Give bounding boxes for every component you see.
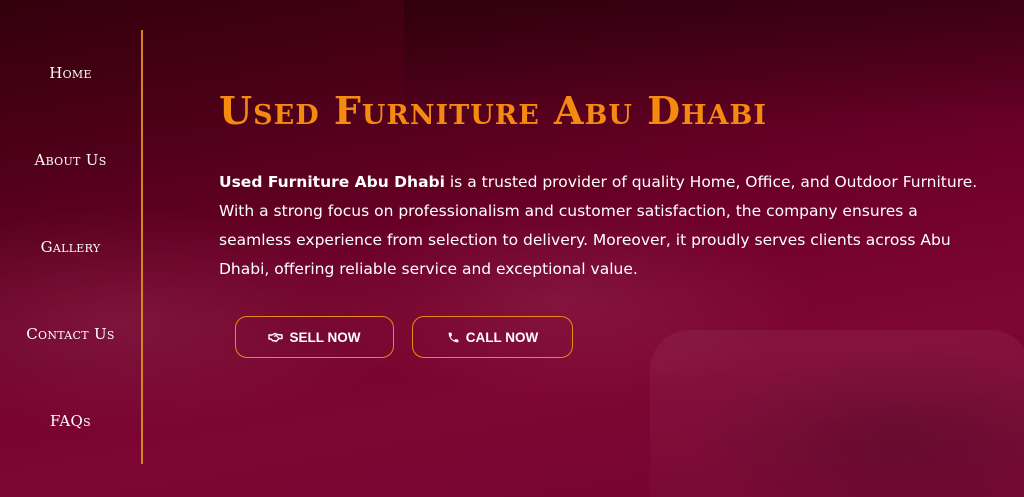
sidebar-nav: Home About Us Gallery Contact Us FAQs — [0, 30, 141, 464]
nav-item-about-us[interactable]: About Us — [0, 151, 141, 169]
sell-now-label: SELL NOW — [289, 329, 361, 345]
page-title: Used Furniture Abu Dhabi — [219, 88, 767, 133]
description-bold-text: Used Furniture Abu Dhabi — [219, 173, 445, 191]
call-now-button[interactable]: CALL NOW — [412, 316, 573, 358]
nav-item-gallery[interactable]: Gallery — [0, 238, 141, 256]
nav-item-contact-us[interactable]: Contact Us — [0, 325, 141, 343]
hero-description: Used Furniture Abu Dhabi is a trusted pr… — [219, 168, 989, 284]
phone-icon — [447, 331, 460, 344]
background-furniture-image — [650, 330, 1024, 497]
handshake-icon — [268, 332, 284, 343]
sell-now-button[interactable]: SELL NOW — [235, 316, 394, 358]
sidebar-divider — [141, 30, 143, 464]
nav-item-home[interactable]: Home — [0, 64, 141, 82]
call-now-label: CALL NOW — [465, 329, 539, 345]
nav-item-faqs[interactable]: FAQs — [0, 412, 141, 430]
